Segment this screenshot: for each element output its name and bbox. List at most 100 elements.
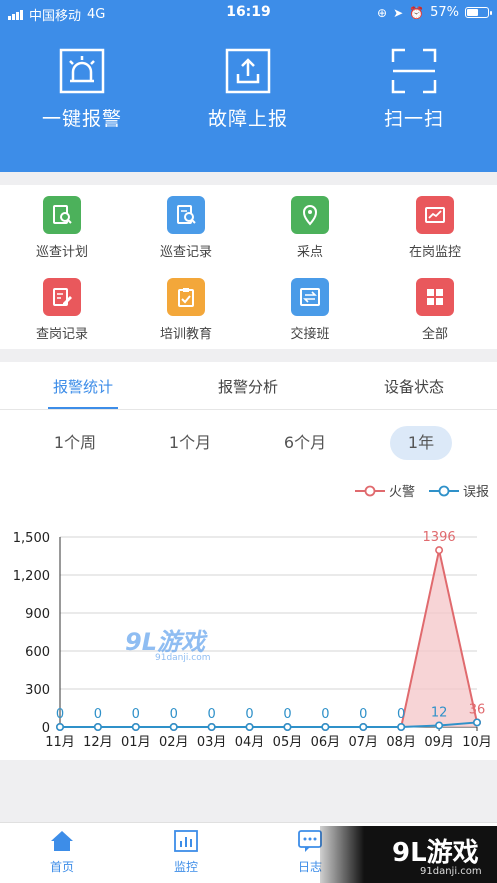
patrol-record-item[interactable]: 巡查记录 — [136, 196, 236, 260]
scan-icon — [391, 48, 437, 94]
data-label: 0 — [321, 707, 329, 722]
shift-handover-label: 交接班 — [290, 327, 330, 342]
data-label: 0 — [283, 707, 291, 722]
x-tick-label: 10月 — [462, 735, 492, 750]
patrol-record-label: 巡查记录 — [159, 245, 212, 260]
data-point — [207, 723, 216, 732]
data-point — [435, 721, 444, 730]
data-label: 0 — [207, 707, 215, 722]
x-tick-label: 12月 — [83, 735, 113, 750]
data-point — [169, 723, 178, 732]
data-label: 0 — [397, 707, 405, 722]
data-point — [93, 723, 102, 732]
monitor-chart-icon — [416, 196, 454, 234]
plan-search-icon — [43, 196, 81, 234]
watermark-logo-text: 9L游戏 — [125, 628, 205, 656]
legend-fire-marker — [354, 485, 385, 496]
duty-check-record-label: 查岗记录 — [35, 327, 88, 342]
all-functions-item[interactable]: 全部 — [385, 278, 485, 342]
y-tick-label: 900 — [25, 607, 50, 622]
clipboard-check-icon — [167, 278, 205, 316]
data-point — [321, 723, 330, 732]
corner-watermark-logo: 9L游戏 — [392, 838, 479, 868]
swap-icon — [291, 278, 329, 316]
scan-button[interactable]: 扫一扫 — [344, 48, 484, 131]
corner-watermark: 9L游戏 91danji.com — [320, 826, 497, 883]
fault-report-button[interactable]: 故障上报 — [178, 48, 318, 131]
on-duty-monitor-item[interactable]: 在岗监控 — [385, 196, 485, 260]
x-tick-label: 09月 — [424, 735, 454, 750]
data-point — [55, 723, 64, 732]
corner-watermark-site: 91danji.com — [420, 866, 482, 877]
tab-device-status[interactable]: 设备状态 — [354, 376, 474, 397]
tab-alarm-analysis[interactable]: 报警分析 — [188, 376, 308, 397]
series-area — [60, 550, 477, 727]
location-pin-icon — [291, 196, 329, 234]
y-tick-label: 1,500 — [13, 531, 50, 546]
function-grid: 巡查计划 巡查记录 采点 在岗监控 查岗记录 培训教育 交接班 全部 — [0, 185, 497, 349]
duty-check-record-item[interactable]: 查岗记录 — [12, 278, 112, 342]
tabbar-home-label: 首页 — [49, 860, 74, 874]
fault-report-label: 故障上报 — [207, 108, 288, 130]
tabbar-monitor[interactable]: 监控 — [146, 829, 226, 875]
data-label: 0 — [132, 707, 140, 722]
alarm-line-chart: 0 300 600 900 1,200 1,500 11月 12月 01月 02月 03月 04月 05… — [13, 530, 492, 750]
x-tick-label: 11月 — [45, 735, 75, 750]
emergency-alarm-label: 一键报警 — [41, 108, 122, 130]
data-point — [359, 723, 368, 732]
legend-false-marker — [428, 485, 459, 496]
training-label: 培训教育 — [159, 327, 212, 342]
collect-point-item[interactable]: 采点 — [260, 196, 360, 260]
stats-tabs: 报警统计 报警分析 设备状态 — [0, 362, 497, 410]
data-label: 12 — [431, 705, 448, 720]
y-tick-label: 1,200 — [13, 569, 50, 584]
data-point — [472, 718, 481, 727]
patrol-plan-item[interactable]: 巡查计划 — [12, 196, 112, 260]
period-1-year[interactable]: 1年 — [390, 426, 452, 460]
lock-rotation-icon: ⊕ — [377, 5, 388, 20]
upload-icon — [225, 48, 271, 94]
battery-percent: 57% — [430, 5, 459, 20]
data-point — [397, 723, 406, 732]
data-label: 0 — [94, 707, 102, 722]
period-selector: 1个周 1个月 6个月 1年 — [0, 426, 497, 460]
period-1-week[interactable]: 1个周 — [40, 426, 110, 460]
emergency-alarm-button[interactable]: 一键报警 — [12, 48, 152, 131]
data-point — [245, 723, 254, 732]
home-icon — [51, 831, 73, 851]
data-label: 0 — [56, 707, 64, 722]
tab-alarm-stats[interactable]: 报警统计 — [23, 376, 143, 397]
battery-fill — [467, 9, 478, 16]
x-tick-label: 05月 — [273, 735, 303, 750]
y-tick-label: 600 — [25, 645, 50, 660]
x-tick-label: 01月 — [121, 735, 151, 750]
status-bar: 中国移动 4G 16:19 ⊕ ➤ ⏰ 57% — [0, 0, 497, 26]
data-point — [131, 723, 140, 732]
period-6-months[interactable]: 6个月 — [270, 426, 340, 460]
alarm-light-icon — [59, 48, 105, 94]
status-right: ⊕ ➤ ⏰ 57% — [377, 5, 492, 20]
tabbar-home[interactable]: 首页 — [22, 829, 102, 875]
y-tick-label: 0 — [42, 721, 50, 736]
on-duty-monitor-label: 在岗监控 — [408, 245, 461, 260]
data-point — [283, 723, 292, 732]
all-functions-label: 全部 — [421, 327, 448, 342]
stats-panel: 报警统计 报警分析 设备状态 1个周 1个月 6个月 1年 火警 误报 0 300… — [0, 362, 497, 760]
data-label: 36 — [469, 702, 486, 717]
data-label: 0 — [170, 707, 178, 722]
x-tick-label: 06月 — [311, 735, 341, 750]
monitor-icon — [174, 830, 198, 852]
shift-handover-item[interactable]: 交接班 — [260, 278, 360, 342]
scan-label: 扫一扫 — [383, 108, 444, 130]
data-point — [435, 546, 444, 555]
patrol-plan-label: 巡查计划 — [35, 245, 88, 260]
battery-icon — [465, 7, 492, 18]
y-tick-label: 300 — [25, 683, 50, 698]
tabbar-monitor-label: 监控 — [173, 860, 198, 874]
active-tab-underline — [48, 407, 118, 409]
x-tick-label: 04月 — [235, 735, 265, 750]
x-tick-label: 03月 — [197, 735, 227, 750]
training-item[interactable]: 培训教育 — [136, 278, 236, 342]
watermark-logo: 9L游戏 91danji.com — [125, 622, 210, 663]
period-1-month[interactable]: 1个月 — [155, 426, 225, 460]
